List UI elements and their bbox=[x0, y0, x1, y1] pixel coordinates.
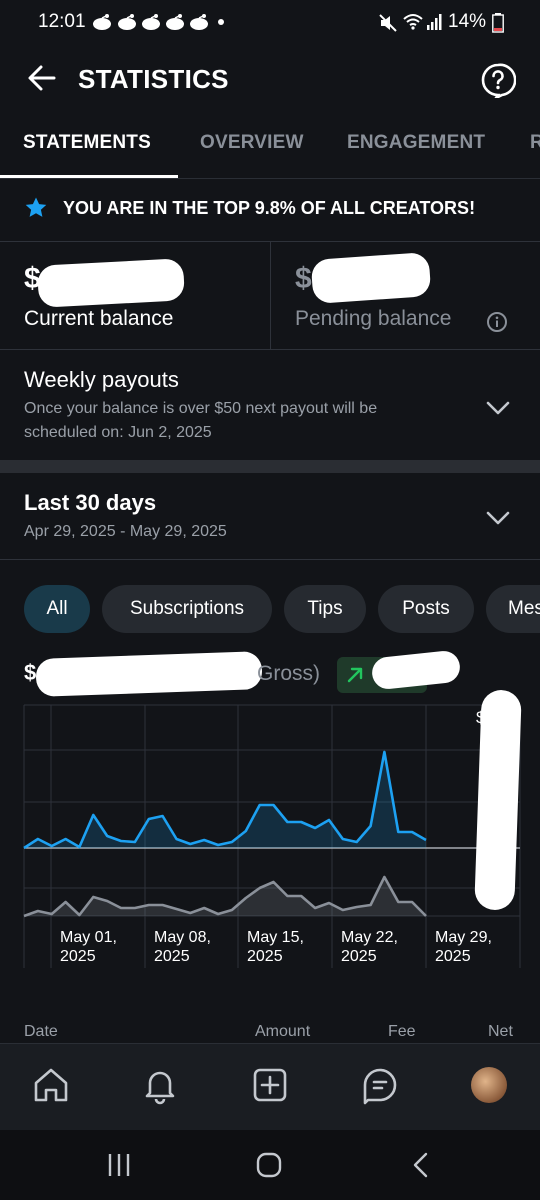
filter-chip-all[interactable]: All bbox=[24, 585, 90, 633]
battery-percent: 14% bbox=[448, 11, 487, 32]
current-balance-label: Current balance bbox=[24, 307, 174, 330]
column-header-amount: Amount bbox=[255, 1023, 311, 1040]
x-axis-label: May 15, 2025 bbox=[247, 929, 304, 965]
filter-chip-subscriptions[interactable]: Subscriptions bbox=[102, 585, 272, 633]
period-title: Last 30 days bbox=[24, 490, 157, 515]
reddit-notification-icon bbox=[93, 14, 111, 30]
chevron-down-icon bbox=[486, 401, 510, 415]
tab-engagement[interactable]: ENGAGEMENT bbox=[347, 132, 485, 154]
redaction-scribble bbox=[37, 258, 185, 308]
info-icon[interactable] bbox=[486, 311, 508, 333]
tab-overview[interactable]: OVERVIEW bbox=[200, 132, 304, 154]
weekly-payouts-row[interactable]: Weekly payouts Once your balance is over… bbox=[0, 350, 540, 460]
system-back-icon[interactable] bbox=[406, 1150, 436, 1180]
wifi-icon bbox=[403, 14, 423, 30]
redaction-scribble bbox=[370, 649, 462, 691]
trend-up-icon bbox=[347, 667, 363, 683]
add-post-icon[interactable] bbox=[250, 1065, 290, 1105]
period-selector[interactable]: Last 30 days Apr 29, 2025 - May 29, 2025 bbox=[0, 473, 540, 559]
more-notifications-dot bbox=[218, 19, 224, 25]
column-header-fee: Fee bbox=[388, 1023, 416, 1040]
pending-balance-amount: $ bbox=[295, 262, 312, 295]
battery-icon bbox=[492, 13, 504, 33]
redaction-scribble bbox=[35, 651, 263, 697]
reddit-notification-icon bbox=[142, 14, 160, 30]
reddit-notification-icon bbox=[166, 14, 184, 30]
pending-balance-label: Pending balance bbox=[295, 307, 452, 330]
redaction-scribble bbox=[310, 251, 432, 305]
avatar[interactable] bbox=[471, 1067, 507, 1103]
column-header-net: Net bbox=[488, 1023, 513, 1040]
x-axis-label: May 08, 2025 bbox=[154, 929, 211, 965]
chart-gross-label: Gross) bbox=[257, 662, 320, 685]
section-separator bbox=[0, 460, 540, 473]
balance-divider bbox=[270, 242, 271, 350]
divider bbox=[0, 559, 540, 560]
tab-statements[interactable]: STATEMENTS bbox=[23, 132, 151, 154]
weekly-payouts-subtitle: Once your balance is over $50 next payou… bbox=[24, 400, 378, 441]
filter-chip-posts[interactable]: Posts bbox=[378, 585, 474, 633]
x-axis-label: May 01, 2025 bbox=[60, 929, 117, 965]
mute-icon bbox=[379, 14, 397, 32]
gross-series-line bbox=[23, 750, 427, 850]
messages-icon[interactable] bbox=[360, 1065, 400, 1105]
help-icon[interactable] bbox=[480, 62, 516, 98]
back-arrow-icon[interactable] bbox=[24, 60, 60, 96]
page-title: STATISTICS bbox=[78, 64, 229, 94]
tabs-divider bbox=[0, 178, 540, 179]
tab-more[interactable]: R bbox=[530, 132, 540, 154]
recent-apps-icon[interactable] bbox=[104, 1150, 134, 1180]
chart-total-prefix: $ bbox=[24, 660, 37, 685]
chevron-down-icon bbox=[486, 511, 510, 525]
x-axis-label: May 29, 2025 bbox=[435, 929, 492, 965]
period-range: Apr 29, 2025 - May 29, 2025 bbox=[24, 523, 227, 540]
weekly-payouts-title: Weekly payouts bbox=[24, 367, 179, 392]
signal-icon bbox=[427, 14, 442, 30]
status-bar: 12:01 14% bbox=[0, 0, 540, 46]
status-time: 12:01 bbox=[38, 11, 86, 32]
filter-chip-tips[interactable]: Tips bbox=[284, 585, 366, 633]
home-icon[interactable] bbox=[31, 1065, 71, 1105]
reddit-notification-icon bbox=[190, 14, 208, 30]
column-header-date: Date bbox=[24, 1023, 58, 1040]
filter-chip-messages[interactable]: Mes bbox=[486, 585, 540, 633]
x-axis-label: May 22, 2025 bbox=[341, 929, 398, 965]
creator-rank-banner: YOU ARE IN THE TOP 9.8% OF ALL CREATORS! bbox=[63, 198, 476, 218]
home-button-icon[interactable] bbox=[254, 1150, 284, 1180]
redaction-scribble bbox=[474, 689, 522, 911]
bell-icon[interactable] bbox=[140, 1065, 180, 1105]
reddit-notification-icon bbox=[118, 14, 136, 30]
star-icon bbox=[25, 197, 47, 217]
